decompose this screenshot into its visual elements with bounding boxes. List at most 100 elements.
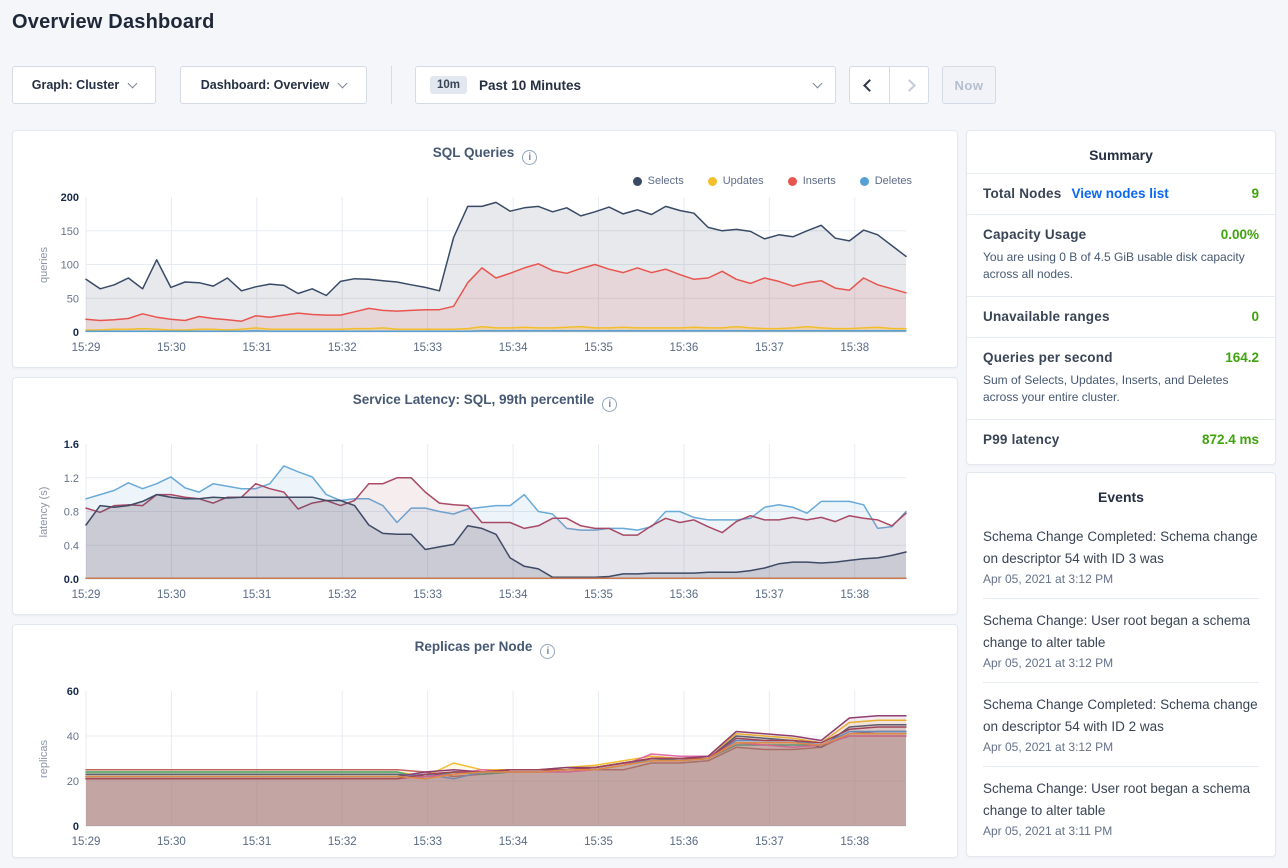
summary-value: 0.00% [1221, 227, 1259, 242]
summary-label: Queries per second [983, 350, 1113, 365]
summary-desc: Sum of Selects, Updates, Inserts, and De… [983, 372, 1259, 406]
summary-rows: Total NodesView nodes list9Capacity Usag… [967, 173, 1275, 460]
replicas-per-node-chart-card: Replicas per Nodei 15:2915:3015:3115:321… [12, 624, 958, 858]
svg-text:15:35: 15:35 [584, 342, 613, 354]
event-item[interactable]: Schema Change: User root began a schema … [983, 599, 1259, 683]
svg-text:15:30: 15:30 [157, 589, 186, 601]
svg-text:0.8: 0.8 [64, 507, 79, 519]
event-text: Schema Change: User root began a schema … [983, 778, 1259, 822]
legend-item[interactable]: Deletes [860, 175, 912, 187]
summary-label: Capacity Usage [983, 227, 1086, 242]
chevron-left-icon [863, 79, 876, 92]
legend-label: Inserts [803, 175, 836, 187]
service-latency-chart[interactable]: 15:2915:3015:3115:3215:3315:3415:3515:36… [13, 434, 959, 614]
svg-text:15:34: 15:34 [499, 589, 528, 601]
summary-row: Unavailable ranges 0 [967, 296, 1275, 337]
event-item[interactable]: Schema Change: User root began a schema … [983, 767, 1259, 850]
event-time: Apr 05, 2021 at 3:12 PM [983, 740, 1259, 754]
dashboard-dropdown[interactable]: Dashboard: Overview [180, 66, 367, 104]
svg-text:15:31: 15:31 [242, 836, 271, 848]
svg-text:15:35: 15:35 [584, 836, 613, 848]
service-latency-chart-card: Service Latency: SQL, 99th percentile i 1… [12, 377, 958, 615]
legend-item[interactable]: Selects [633, 175, 684, 187]
svg-text:15:37: 15:37 [755, 836, 784, 848]
summary-label: Total Nodes [983, 186, 1061, 201]
view-nodes-list-link[interactable]: View nodes list [1071, 186, 1168, 201]
svg-text:15:33: 15:33 [413, 589, 442, 601]
svg-text:15:34: 15:34 [499, 836, 528, 848]
svg-text:15:34: 15:34 [499, 342, 528, 354]
svg-text:15:37: 15:37 [755, 342, 784, 354]
chart-legend: Selects Updates Inserts Deletes [633, 175, 912, 187]
chart-title-text: Replicas per Node [415, 639, 533, 654]
next-range-button[interactable] [889, 67, 928, 103]
chart-title: Service Latency: SQL, 99th percentile i [13, 392, 957, 412]
summary-row: Capacity Usage 0.00% You are using 0 B of … [967, 214, 1275, 296]
chart-title: SQL Queriesi [13, 145, 957, 165]
info-icon[interactable]: i [602, 397, 617, 412]
replicas-per-node-chart[interactable]: 15:2915:3015:3115:3215:3315:3415:3515:36… [13, 681, 959, 861]
svg-text:15:37: 15:37 [755, 589, 784, 601]
prev-range-button[interactable] [850, 67, 889, 103]
graph-dropdown-label: Graph: Cluster [32, 78, 120, 92]
svg-text:0: 0 [73, 327, 79, 339]
svg-text:15:31: 15:31 [242, 342, 271, 354]
event-time: Apr 05, 2021 at 3:12 PM [983, 572, 1259, 586]
events-panel: Events Schema Change Completed: Schema c… [966, 472, 1276, 857]
svg-text:15:31: 15:31 [242, 589, 271, 601]
svg-text:40: 40 [67, 731, 79, 743]
summary-value: 164.2 [1225, 350, 1259, 365]
svg-text:1.2: 1.2 [64, 473, 79, 485]
chart-title-text: Service Latency: SQL, 99th percentile [353, 392, 595, 407]
dashboard-dropdown-label: Dashboard: Overview [201, 78, 330, 92]
svg-text:60: 60 [67, 686, 79, 698]
svg-text:15:29: 15:29 [72, 589, 101, 601]
summary-desc: You are using 0 B of 4.5 GiB usable disk… [983, 249, 1259, 283]
legend-label: Selects [648, 175, 684, 187]
events-list: Schema Change Completed: Schema change o… [967, 515, 1275, 850]
event-text: Schema Change Completed: Schema change o… [983, 694, 1259, 738]
time-range-picker[interactable]: 10m Past 10 Minutes [415, 66, 836, 104]
legend-dot-icon [788, 177, 797, 186]
info-icon[interactable]: i [522, 150, 537, 165]
sql-queries-chart[interactable]: 15:2915:3015:3115:3215:3315:3415:3515:36… [13, 187, 959, 367]
info-icon[interactable]: i [540, 644, 555, 659]
svg-text:150: 150 [61, 226, 79, 238]
svg-text:1.6: 1.6 [64, 439, 79, 451]
chart-title: Replicas per Node i [13, 639, 957, 659]
event-text: Schema Change: User root began a schema … [983, 610, 1259, 654]
time-range-label: Past 10 Minutes [479, 78, 814, 93]
summary-value: 0 [1251, 309, 1259, 324]
time-step-buttons [849, 66, 929, 104]
svg-text:15:32: 15:32 [328, 589, 357, 601]
charts-column: SQL Queriesi Selects Updates Inserts Delete… [12, 130, 958, 858]
svg-text:100: 100 [61, 260, 79, 272]
graph-dropdown[interactable]: Graph: Cluster [12, 66, 156, 104]
summary-panel: Summary Total NodesView nodes list9Capac… [966, 130, 1276, 465]
svg-text:15:36: 15:36 [670, 589, 699, 601]
svg-text:15:30: 15:30 [157, 836, 186, 848]
event-item[interactable]: Schema Change Completed: Schema change o… [983, 515, 1259, 599]
chevron-right-icon [903, 79, 916, 92]
summary-label: Unavailable ranges [983, 309, 1110, 324]
chevron-down-icon [813, 79, 823, 89]
svg-text:15:38: 15:38 [840, 342, 869, 354]
chevron-down-icon [128, 79, 138, 89]
svg-text:replicas: replicas [38, 740, 50, 778]
svg-text:15:29: 15:29 [72, 836, 101, 848]
chevron-down-icon [338, 79, 348, 89]
svg-text:0.4: 0.4 [64, 540, 79, 552]
summary-title: Summary [967, 131, 1275, 173]
summary-row: Queries per second 164.2 Sum of Selects, U… [967, 337, 1275, 419]
event-text: Schema Change Completed: Schema change o… [983, 526, 1259, 570]
svg-text:15:32: 15:32 [328, 342, 357, 354]
legend-item[interactable]: Inserts [788, 175, 836, 187]
svg-text:15:33: 15:33 [413, 342, 442, 354]
svg-text:15:30: 15:30 [157, 342, 186, 354]
events-title: Events [967, 473, 1275, 515]
legend-item[interactable]: Updates [708, 175, 764, 187]
event-item[interactable]: Schema Change Completed: Schema change o… [983, 683, 1259, 767]
svg-text:0.0: 0.0 [64, 574, 79, 586]
legend-dot-icon [860, 177, 869, 186]
now-button[interactable]: Now [942, 66, 996, 104]
